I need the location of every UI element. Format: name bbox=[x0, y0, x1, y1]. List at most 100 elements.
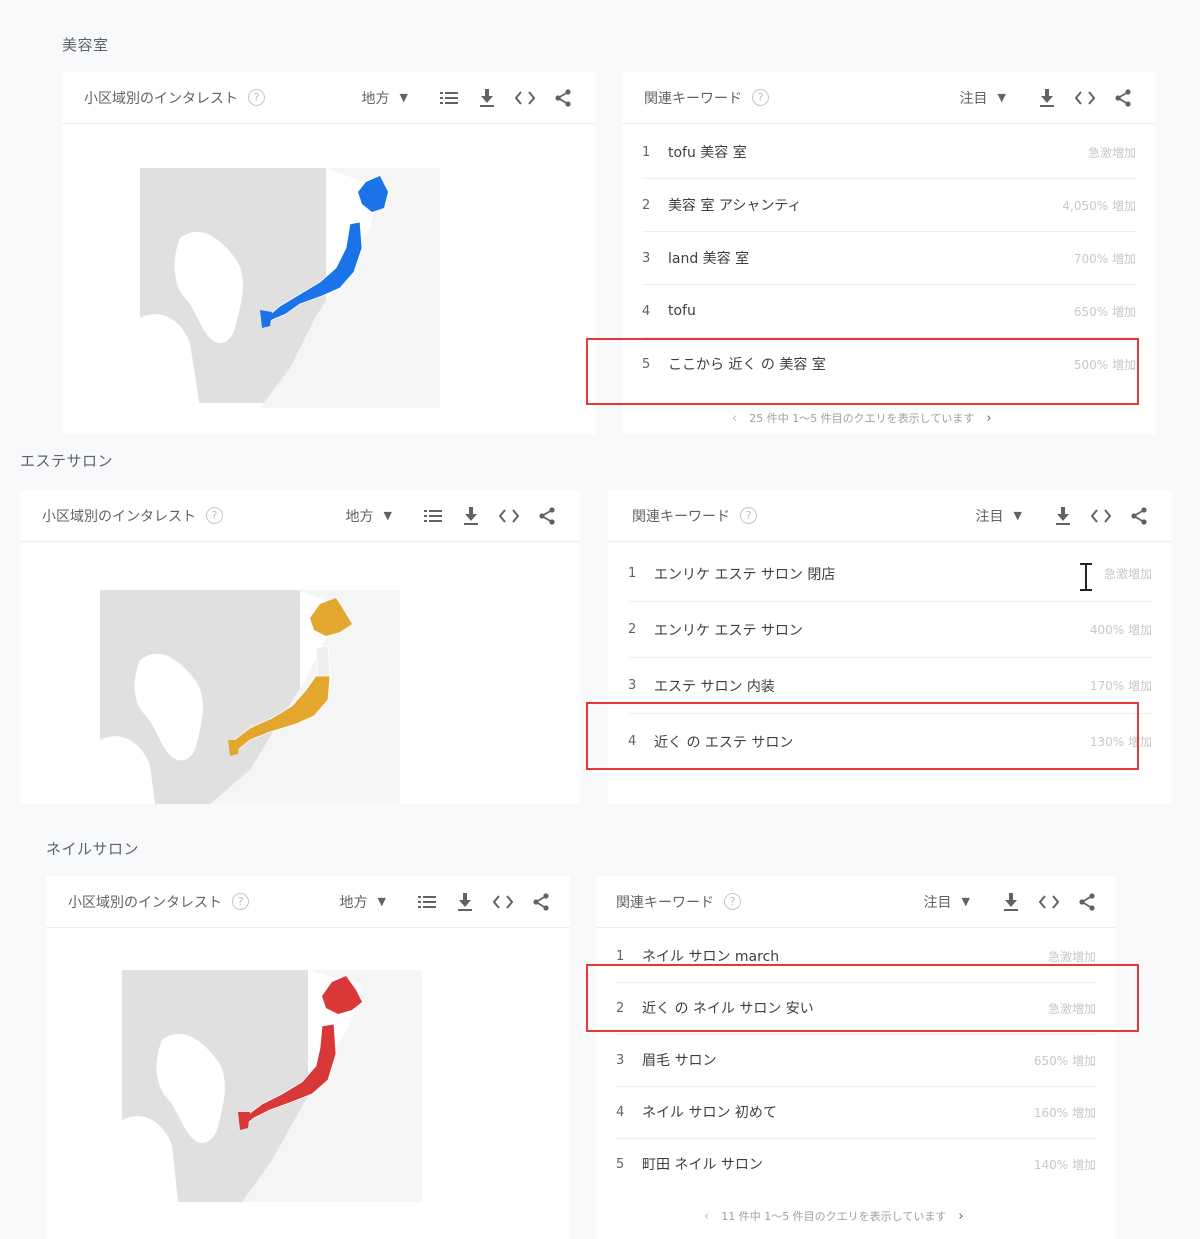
keyword-value: 急激増加 bbox=[1103, 567, 1152, 581]
help-circle-icon[interactable]: ? bbox=[248, 89, 265, 106]
keyword-text[interactable]: 近く の エステ サロン bbox=[654, 732, 793, 752]
download-icon[interactable] bbox=[1044, 504, 1082, 528]
share-icon[interactable] bbox=[1104, 86, 1142, 110]
pagination: ‹ 11 件中 1～5 件目のクエリを表示しています › bbox=[704, 1208, 964, 1224]
share-icon[interactable] bbox=[544, 86, 582, 110]
region-interest-card: 小区域別のインタレスト ? 地方 ▼ bbox=[20, 490, 580, 804]
keyword-row[interactable]: 3 land 美容 室 700% 増加 bbox=[642, 232, 1136, 285]
keywords-dropdown[interactable]: 注目 bbox=[924, 892, 952, 912]
card-header: 小区域別のインタレスト ? 地方 ▼ bbox=[46, 876, 570, 928]
help-circle-icon[interactable]: ? bbox=[752, 89, 769, 106]
caret-down-icon[interactable]: ▼ bbox=[1014, 509, 1022, 522]
chevron-right-icon[interactable]: › bbox=[986, 411, 991, 426]
list-icon[interactable] bbox=[414, 504, 452, 528]
japan-map[interactable] bbox=[100, 590, 400, 804]
share-icon[interactable] bbox=[1068, 890, 1106, 914]
list-icon[interactable] bbox=[408, 890, 446, 914]
chevron-left-icon[interactable]: ‹ bbox=[704, 1209, 709, 1224]
section-title-esthe-salon: エステサロン bbox=[20, 452, 114, 470]
caret-down-icon[interactable]: ▼ bbox=[378, 895, 386, 908]
help-circle-icon[interactable]: ? bbox=[206, 507, 223, 524]
share-icon[interactable] bbox=[528, 504, 566, 528]
keyword-text[interactable]: ここから 近く の 美容 室 bbox=[668, 354, 826, 374]
keyword-value: 170% 増加 bbox=[1089, 679, 1152, 693]
keyword-row[interactable]: 4 tofu 650% 増加 bbox=[642, 285, 1136, 338]
card-header: 関連キーワード ? 注目 ▼ bbox=[596, 876, 1116, 928]
download-icon[interactable] bbox=[452, 504, 490, 528]
section-title-nail-salon: ネイルサロン bbox=[46, 840, 140, 858]
keyword-text[interactable]: land 美容 室 bbox=[668, 248, 749, 268]
keyword-text[interactable]: エステ サロン 内装 bbox=[654, 676, 775, 696]
help-circle-icon[interactable]: ? bbox=[724, 893, 741, 910]
keyword-row[interactable]: 2 美容 室 アシャンティ 4,050% 増加 bbox=[642, 179, 1136, 232]
keyword-value: 650% 増加 bbox=[1073, 304, 1136, 319]
keyword-value: 500% 増加 bbox=[1073, 357, 1136, 372]
keyword-text[interactable]: ネイル サロン 初めて bbox=[642, 1102, 777, 1122]
text-cursor-icon bbox=[1078, 562, 1094, 596]
card-title: 関連キーワード bbox=[632, 508, 730, 525]
keyword-rank: 1 bbox=[616, 948, 625, 964]
keyword-value: 急激増加 bbox=[1087, 145, 1136, 160]
list-icon[interactable] bbox=[430, 86, 468, 110]
keyword-text[interactable]: 町田 ネイル サロン bbox=[642, 1154, 763, 1174]
region-dropdown[interactable]: 地方 bbox=[362, 88, 390, 108]
caret-down-icon[interactable]: ▼ bbox=[998, 91, 1006, 104]
download-icon[interactable] bbox=[1028, 86, 1066, 110]
embed-code-icon[interactable] bbox=[490, 504, 528, 528]
embed-code-icon[interactable] bbox=[506, 86, 544, 110]
keyword-row[interactable]: 1 エンリケ エステ サロン 閉店 急激増加 bbox=[628, 546, 1152, 602]
card-header: 小区域別のインタレスト ? 地方 ▼ bbox=[62, 72, 596, 124]
keyword-row[interactable]: 4 近く の エステ サロン 130% 増加 bbox=[628, 714, 1152, 769]
keywords-dropdown[interactable]: 注目 bbox=[960, 88, 988, 108]
download-icon[interactable] bbox=[468, 86, 506, 110]
download-icon[interactable] bbox=[992, 890, 1030, 914]
keyword-rank: 3 bbox=[628, 678, 637, 693]
keyword-text[interactable]: 近く の ネイル サロン 安い bbox=[642, 998, 814, 1018]
keyword-text[interactable]: ネイル サロン march bbox=[642, 946, 779, 966]
share-icon[interactable] bbox=[1120, 504, 1158, 528]
region-interest-card: 小区域別のインタレスト ? 地方 ▼ bbox=[46, 876, 570, 1239]
keyword-row[interactable]: 1 ネイル サロン march 急激増加 bbox=[616, 930, 1096, 983]
keyword-row[interactable]: 1 tofu 美容 室 急激増加 bbox=[642, 126, 1136, 179]
card-title: 関連キーワード bbox=[616, 894, 714, 911]
keyword-text[interactable]: tofu bbox=[668, 303, 696, 319]
region-dropdown[interactable]: 地方 bbox=[340, 892, 368, 912]
chevron-right-icon[interactable]: › bbox=[958, 1209, 963, 1224]
keyword-value: 4,050% 増加 bbox=[1062, 198, 1136, 213]
help-circle-icon[interactable]: ? bbox=[232, 893, 249, 910]
header-tools: 注目 ▼ bbox=[960, 86, 1142, 110]
keyword-row[interactable]: 5 町田 ネイル サロン 140% 増加 bbox=[616, 1138, 1096, 1190]
keyword-text[interactable]: tofu 美容 室 bbox=[668, 142, 747, 162]
share-icon[interactable] bbox=[522, 890, 560, 914]
card-title: 小区域別のインタレスト bbox=[84, 90, 238, 107]
keyword-row[interactable]: 3 エステ サロン 内装 170% 増加 bbox=[628, 658, 1152, 714]
keyword-row[interactable]: 4 ネイル サロン 初めて 160% 増加 bbox=[616, 1086, 1096, 1139]
region-dropdown[interactable]: 地方 bbox=[346, 506, 374, 526]
keyword-rank: 4 bbox=[616, 1104, 625, 1120]
keyword-row[interactable]: 2 近く の ネイル サロン 安い 急激増加 bbox=[616, 982, 1096, 1035]
caret-down-icon[interactable]: ▼ bbox=[400, 91, 408, 104]
caret-down-icon[interactable]: ▼ bbox=[384, 509, 392, 522]
embed-code-icon[interactable] bbox=[484, 890, 522, 914]
keyword-text[interactable]: 眉毛 サロン bbox=[642, 1050, 716, 1070]
caret-down-icon[interactable]: ▼ bbox=[962, 895, 970, 908]
related-keywords-card: 関連キーワード ? 注目 ▼ 1 エンリケ エステ サロン 閉店 急激増加 2 … bbox=[608, 490, 1172, 804]
download-icon[interactable] bbox=[446, 890, 484, 914]
keyword-rank: 1 bbox=[628, 566, 637, 581]
keyword-row[interactable]: 3 眉毛 サロン 650% 増加 bbox=[616, 1034, 1096, 1087]
help-circle-icon[interactable]: ? bbox=[740, 507, 757, 524]
keyword-row[interactable]: 5 ここから 近く の 美容 室 500% 増加 bbox=[642, 338, 1136, 390]
japan-map[interactable] bbox=[122, 970, 422, 1202]
keyword-row[interactable]: 2 エンリケ エステ サロン 400% 増加 bbox=[628, 602, 1152, 658]
keyword-text[interactable]: エンリケ エステ サロン 閉店 bbox=[654, 564, 835, 584]
embed-code-icon[interactable] bbox=[1082, 504, 1120, 528]
embed-code-icon[interactable] bbox=[1066, 86, 1104, 110]
keyword-text[interactable]: 美容 室 アシャンティ bbox=[668, 195, 802, 215]
keyword-rank: 4 bbox=[628, 734, 637, 749]
keyword-text[interactable]: エンリケ エステ サロン bbox=[654, 620, 803, 640]
japan-map[interactable] bbox=[140, 168, 440, 408]
keyword-value: 650% 増加 bbox=[1033, 1053, 1096, 1068]
chevron-left-icon[interactable]: ‹ bbox=[732, 411, 737, 426]
keywords-dropdown[interactable]: 注目 bbox=[976, 506, 1004, 526]
embed-code-icon[interactable] bbox=[1030, 890, 1068, 914]
